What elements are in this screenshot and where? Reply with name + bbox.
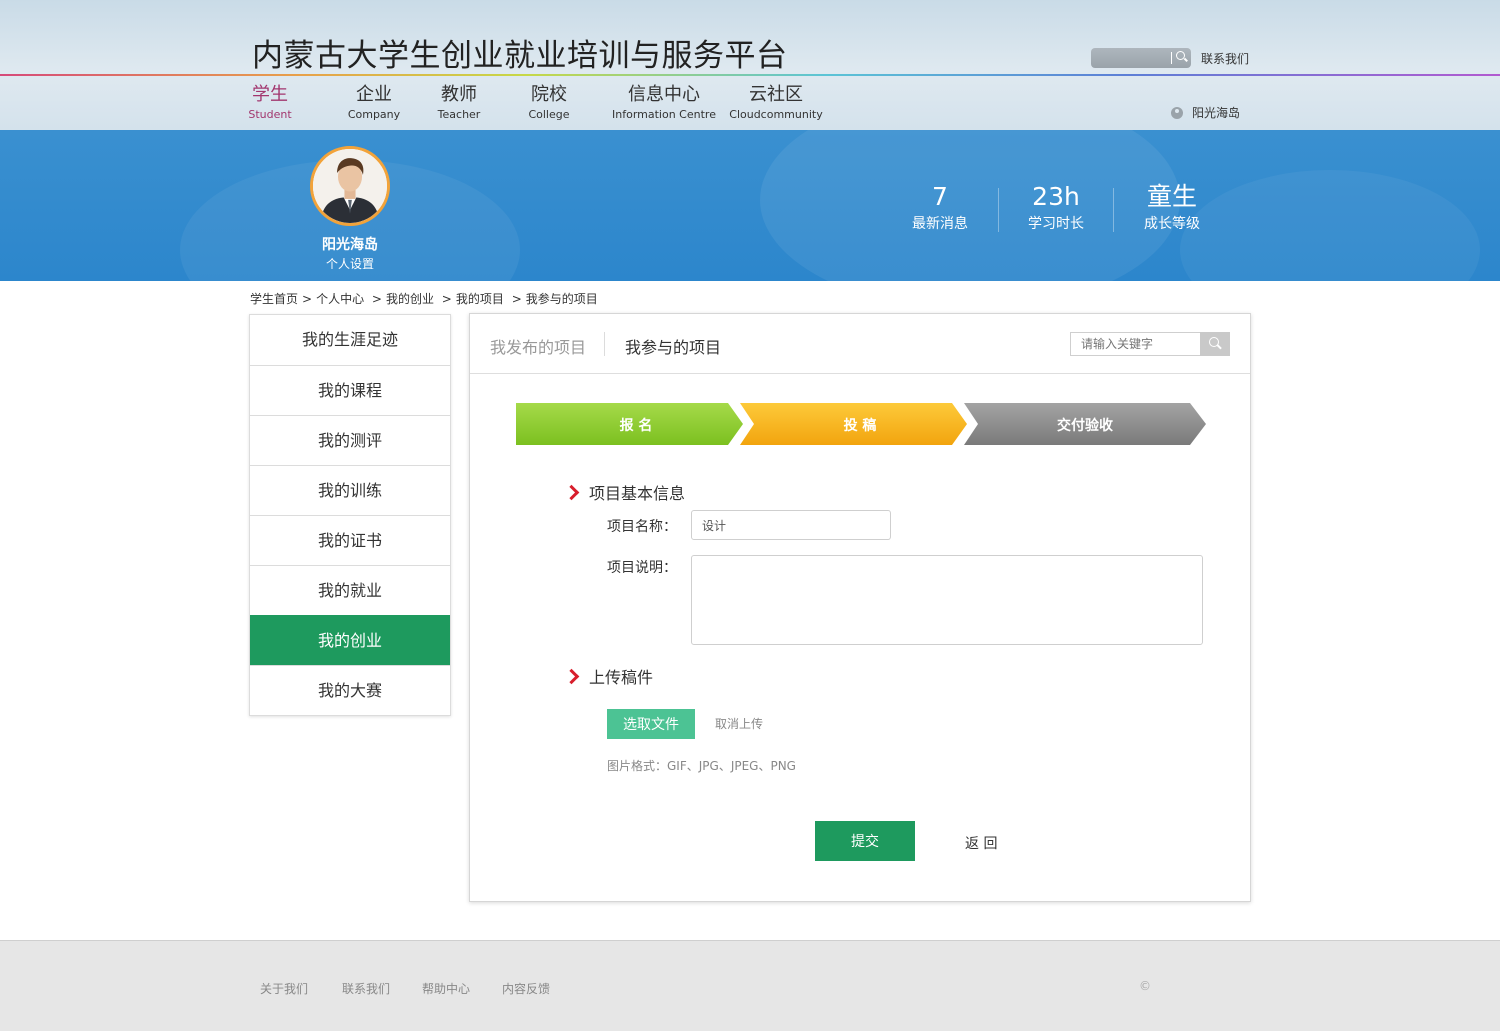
choose-file-button[interactable]: 选取文件 — [607, 709, 695, 739]
nav-label-zh: 教师 — [441, 84, 477, 105]
stat-value: 7 — [932, 182, 948, 211]
stat-value: 23h — [1032, 182, 1080, 211]
breadcrumb: 学生首页 > 个人中心 > 我的创业 > 我的项目 > 我参与的项目 — [250, 290, 598, 307]
stat-divider — [1113, 188, 1114, 232]
step-delivery: 交付验收 — [1057, 418, 1113, 434]
nav-information-centre[interactable]: 信息中心 Information Centre — [609, 84, 719, 128]
panel-tabs: 我发布的项目 我参与的项目 — [470, 314, 1250, 374]
header-search-box[interactable] — [1091, 48, 1191, 68]
search-icon — [1209, 337, 1219, 347]
nav-company[interactable]: 企业 Company — [329, 84, 419, 128]
stat-value: 童生 — [1146, 182, 1197, 211]
nav-label-en: Student — [248, 108, 292, 121]
chevron-right-icon — [567, 669, 577, 683]
sidebar-item-assessment[interactable]: 我的测评 — [250, 415, 450, 465]
section-basic-info: 项目基本信息 — [567, 480, 685, 504]
project-panel: 我发布的项目 我参与的项目 报 名 投 稿 — [469, 313, 1251, 902]
breadcrumb-separator: > — [302, 292, 313, 306]
nav-college[interactable]: 院校 College — [509, 84, 589, 128]
main-nav: 学生 Student 企业 Company 教师 Teacher 院校 Coll… — [240, 84, 826, 128]
sidebar-item-training[interactable]: 我的训练 — [250, 465, 450, 515]
back-link[interactable]: 返 回 — [965, 833, 997, 853]
sidebar-item-competition[interactable]: 我的大赛 — [250, 665, 450, 715]
progress-steps: 报 名 投 稿 交付验收 — [516, 403, 1208, 445]
breadcrumb-separator: > — [437, 292, 452, 306]
section-title: 上传稿件 — [589, 668, 654, 687]
nav-student[interactable]: 学生 Student — [240, 84, 300, 128]
section-upload: 上传稿件 — [567, 664, 653, 688]
search-divider — [1171, 52, 1172, 64]
profile-name: 阳光海岛 — [322, 237, 378, 253]
file-format-hint: 图片格式：GIF、JPG、JPEG、PNG — [607, 759, 796, 773]
nav-label-en: College — [528, 108, 570, 121]
step-submission: 投 稿 — [843, 418, 877, 434]
footer-help-link[interactable]: 帮助中心 — [422, 980, 470, 997]
site-title: 内蒙古大学生创业就业培训与服务平台 — [252, 38, 788, 74]
stat-label: 成长等级 — [1144, 216, 1200, 232]
sidebar-item-career-track[interactable]: 我的生涯足迹 — [250, 315, 450, 365]
nav-label-en: Company — [347, 108, 401, 121]
project-name-label: 项目名称： — [607, 519, 677, 535]
project-description-textarea[interactable] — [691, 555, 1203, 645]
user-icon — [1171, 106, 1183, 119]
chevron-right-icon — [567, 485, 577, 499]
sidebar-item-employment[interactable]: 我的就业 — [250, 565, 450, 615]
profile-banner: 阳光海岛 个人设置 7 最新消息 23h 学习时长 童生 成长等级 — [0, 130, 1500, 281]
project-description-label: 项目说明： — [607, 560, 677, 576]
personal-settings-link[interactable]: 个人设置 — [300, 255, 400, 272]
project-name-input[interactable] — [691, 510, 891, 540]
stat-messages[interactable]: 7 最新消息 — [885, 182, 995, 234]
nav-label-zh: 信息中心 — [628, 84, 700, 105]
footer: 关于我们 联系我们 帮助中心 内容反馈 © — [0, 940, 1500, 1031]
step-registration: 报 名 — [619, 418, 653, 434]
search-icon[interactable] — [1176, 51, 1185, 60]
contact-us-link[interactable]: 联系我们 — [1201, 50, 1249, 67]
nav-label-en: Teacher — [437, 108, 481, 121]
stat-growth-level[interactable]: 童生 成长等级 — [1117, 182, 1227, 234]
footer-contact-link[interactable]: 联系我们 — [342, 980, 390, 997]
stat-divider — [998, 188, 999, 232]
breadcrumb-item[interactable]: 学生首页 — [250, 292, 298, 306]
tab-joined-projects[interactable]: 我参与的项目 — [625, 334, 721, 358]
cancel-upload-link[interactable]: 取消上传 — [715, 715, 763, 732]
avatar-portrait-icon — [313, 149, 387, 223]
breadcrumb-item[interactable]: 我的项目 — [456, 292, 504, 306]
header-username: 阳光海岛 — [1192, 106, 1241, 120]
top-header: 内蒙古大学生创业就业培训与服务平台 联系我们 学生 Student 企业 Com… — [0, 0, 1500, 130]
stat-label: 最新消息 — [912, 216, 968, 232]
breadcrumb-item[interactable]: 个人中心 — [316, 292, 364, 306]
sidebar-menu: 我的生涯足迹 我的课程 我的测评 我的训练 我的证书 我的就业 我的创业 我的大… — [249, 314, 451, 716]
section-title: 项目基本信息 — [589, 484, 686, 503]
breadcrumb-separator: > — [507, 292, 522, 306]
sidebar-item-certificates[interactable]: 我的证书 — [250, 515, 450, 565]
footer-about-link[interactable]: 关于我们 — [260, 980, 308, 997]
nav-cloudcommunity[interactable]: 云社区 Cloudcommunity — [726, 84, 826, 128]
copyright: © — [1139, 979, 1151, 993]
footer-feedback-link[interactable]: 内容反馈 — [502, 980, 550, 997]
submit-button[interactable]: 提交 — [815, 821, 915, 861]
sidebar-item-entrepreneurship[interactable]: 我的创业 — [250, 615, 450, 665]
keyword-search-button[interactable] — [1200, 332, 1230, 356]
tab-published-projects[interactable]: 我发布的项目 — [490, 334, 586, 358]
stat-study-time[interactable]: 23h 学习时长 — [1001, 182, 1111, 234]
nav-label-en: Cloudcommunity — [729, 108, 823, 121]
nav-label-zh: 企业 — [356, 84, 392, 105]
stat-label: 学习时长 — [1028, 216, 1084, 232]
breadcrumb-separator: > — [368, 292, 382, 306]
nav-label-zh: 云社区 — [749, 84, 803, 105]
sidebar-item-courses[interactable]: 我的课程 — [250, 365, 450, 415]
breadcrumb-item[interactable]: 我参与的项目 — [526, 292, 598, 306]
nav-teacher[interactable]: 教师 Teacher — [419, 84, 499, 128]
tab-divider — [604, 332, 605, 356]
nav-label-en: Information Centre — [612, 108, 716, 121]
header-user[interactable]: 阳光海岛 — [1171, 104, 1240, 121]
nav-label-zh: 院校 — [531, 84, 567, 105]
breadcrumb-item[interactable]: 我的创业 — [386, 292, 434, 306]
keyword-search-input[interactable] — [1070, 332, 1201, 356]
avatar[interactable] — [310, 146, 390, 226]
nav-label-zh: 学生 — [252, 84, 288, 105]
